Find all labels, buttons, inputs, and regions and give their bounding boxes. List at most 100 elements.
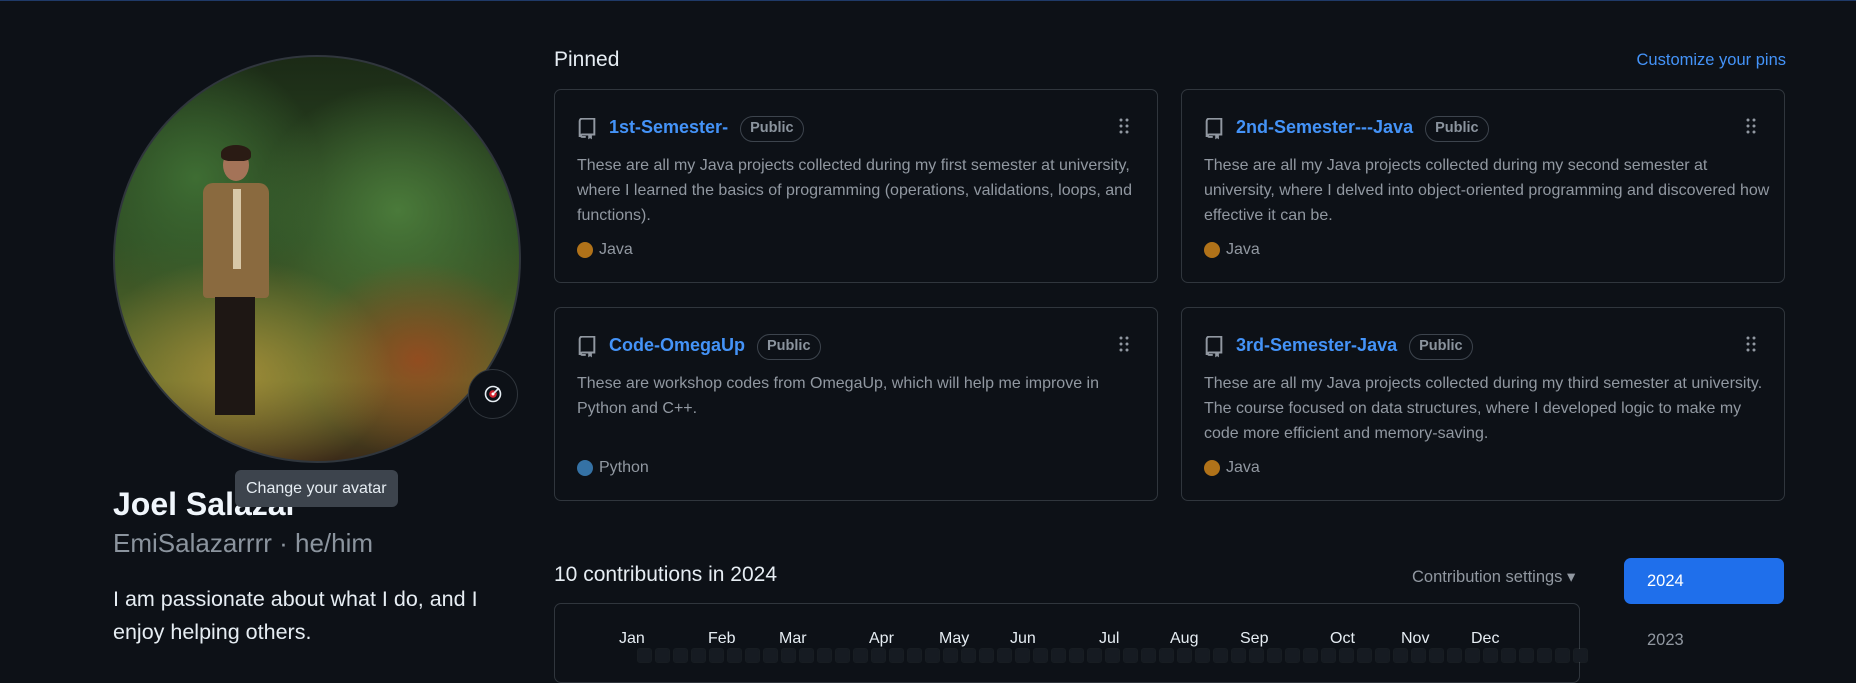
language-label: Java — [1226, 459, 1260, 476]
avatar-tooltip: Change your avatar — [235, 470, 398, 507]
contribution-settings-label: Contribution settings — [1412, 568, 1563, 586]
month-label: Dec — [1471, 630, 1500, 647]
contribution-cell[interactable] — [943, 648, 958, 663]
contribution-cell[interactable] — [1285, 648, 1300, 663]
contribution-cell[interactable] — [1069, 648, 1084, 663]
header-border — [0, 0, 1856, 1]
contribution-cell[interactable] — [1141, 648, 1156, 663]
contribution-cell[interactable] — [1087, 648, 1102, 663]
contribution-cell[interactable] — [1573, 648, 1588, 663]
contribution-cell[interactable] — [1501, 648, 1516, 663]
drag-handle-icon[interactable] — [1746, 118, 1756, 134]
contribution-cell[interactable] — [1339, 648, 1354, 663]
avatar-edit-button[interactable] — [468, 369, 518, 419]
contribution-cell[interactable] — [889, 648, 904, 663]
contribution-cell[interactable] — [1051, 648, 1066, 663]
repo-description: These are all my Java projects collected… — [577, 157, 1132, 224]
contribution-cell[interactable] — [673, 648, 688, 663]
month-label: Feb — [708, 630, 736, 647]
contribution-cell[interactable] — [745, 648, 760, 663]
contribution-cell[interactable] — [727, 648, 742, 663]
repo-link[interactable]: 3rd-Semester-Java — [1236, 335, 1397, 355]
repo-language: Python — [577, 459, 649, 477]
contribution-cell[interactable] — [1123, 648, 1138, 663]
visibility-badge: Public — [740, 116, 804, 142]
contribution-cell[interactable] — [1267, 648, 1282, 663]
pinned-repo-card: 2nd-Semester---Java Public These are all … — [1181, 89, 1785, 283]
contribution-cell[interactable] — [961, 648, 976, 663]
language-label: Java — [599, 241, 633, 258]
contribution-cell[interactable] — [1519, 648, 1534, 663]
contribution-cell[interactable] — [637, 648, 652, 663]
pinned-heading: Pinned — [554, 48, 620, 71]
contribution-cell[interactable] — [1195, 648, 1210, 663]
language-color-dot — [1204, 460, 1220, 476]
language-label: Java — [1226, 241, 1260, 258]
contribution-cell[interactable] — [1375, 648, 1390, 663]
contribution-cell[interactable] — [1231, 648, 1246, 663]
repo-icon — [1205, 118, 1223, 140]
month-label: Aug — [1170, 630, 1199, 647]
repo-link[interactable]: Code-OmegaUp — [609, 335, 745, 355]
contribution-cell[interactable] — [781, 648, 796, 663]
repo-description: These are all my Java projects collected… — [1204, 157, 1770, 224]
repo-link[interactable]: 2nd-Semester---Java — [1236, 117, 1413, 137]
contribution-cell[interactable] — [1033, 648, 1048, 663]
drag-handle-icon[interactable] — [1746, 336, 1756, 352]
repo-icon — [578, 118, 596, 140]
contribution-cell[interactable] — [1357, 648, 1372, 663]
contribution-cell[interactable] — [763, 648, 778, 663]
profile-bio: I am passionate about what I do, and I e… — [113, 587, 478, 644]
contribution-cell[interactable] — [691, 648, 706, 663]
month-label: Sep — [1240, 630, 1269, 647]
repo-language: Java — [1204, 241, 1260, 259]
month-label: Jul — [1099, 630, 1120, 647]
avatar[interactable] — [113, 55, 521, 463]
contribution-cell[interactable] — [1465, 648, 1480, 663]
repo-language: Java — [1204, 459, 1260, 477]
caret-down-icon: ▾ — [1567, 568, 1576, 586]
contribution-cell[interactable] — [979, 648, 994, 663]
contribution-cell[interactable] — [1159, 648, 1174, 663]
contribution-cell[interactable] — [1249, 648, 1264, 663]
avatar-container[interactable] — [113, 55, 521, 463]
year-button[interactable]: 2023 — [1647, 631, 1684, 650]
contribution-cell[interactable] — [835, 648, 850, 663]
contribution-cell[interactable] — [709, 648, 724, 663]
month-label: Nov — [1401, 630, 1430, 647]
contribution-cell[interactable] — [1321, 648, 1336, 663]
contribution-cell[interactable] — [1429, 648, 1444, 663]
contribution-cell[interactable] — [907, 648, 922, 663]
repo-link[interactable]: 1st-Semester- — [609, 117, 728, 137]
visibility-badge: Public — [1425, 116, 1489, 142]
contribution-cell[interactable] — [1303, 648, 1318, 663]
contribution-cell[interactable] — [853, 648, 868, 663]
contribution-cell[interactable] — [1393, 648, 1408, 663]
drag-handle-icon[interactable] — [1119, 118, 1129, 134]
month-label: Apr — [869, 630, 894, 647]
contribution-settings-button[interactable]: Contribution settings ▾ — [1412, 567, 1575, 587]
contributions-heading: 10 contributions in 2024 — [554, 563, 777, 586]
contribution-cell[interactable] — [1411, 648, 1426, 663]
contribution-cell[interactable] — [1105, 648, 1120, 663]
contribution-cell[interactable] — [1483, 648, 1498, 663]
contribution-cell[interactable] — [997, 648, 1012, 663]
contribution-cell[interactable] — [817, 648, 832, 663]
pinned-repo-card: Code-OmegaUp Public These are workshop co… — [554, 307, 1158, 501]
contribution-cell[interactable] — [871, 648, 886, 663]
contribution-cell[interactable] — [1177, 648, 1192, 663]
contribution-cell[interactable] — [799, 648, 814, 663]
contribution-cell[interactable] — [925, 648, 940, 663]
contribution-cell[interactable] — [1213, 648, 1228, 663]
contribution-cell[interactable] — [1447, 648, 1462, 663]
target-icon — [484, 385, 502, 403]
drag-handle-icon[interactable] — [1119, 336, 1129, 352]
customize-pins-link[interactable]: Customize your pins — [1637, 51, 1786, 70]
year-button-selected[interactable]: 2024 — [1624, 558, 1784, 604]
contribution-cell[interactable] — [1555, 648, 1570, 663]
contribution-cell[interactable] — [655, 648, 670, 663]
month-label: Oct — [1330, 630, 1355, 647]
contribution-cell[interactable] — [1537, 648, 1552, 663]
month-label: Jun — [1010, 630, 1036, 647]
contribution-cell[interactable] — [1015, 648, 1030, 663]
